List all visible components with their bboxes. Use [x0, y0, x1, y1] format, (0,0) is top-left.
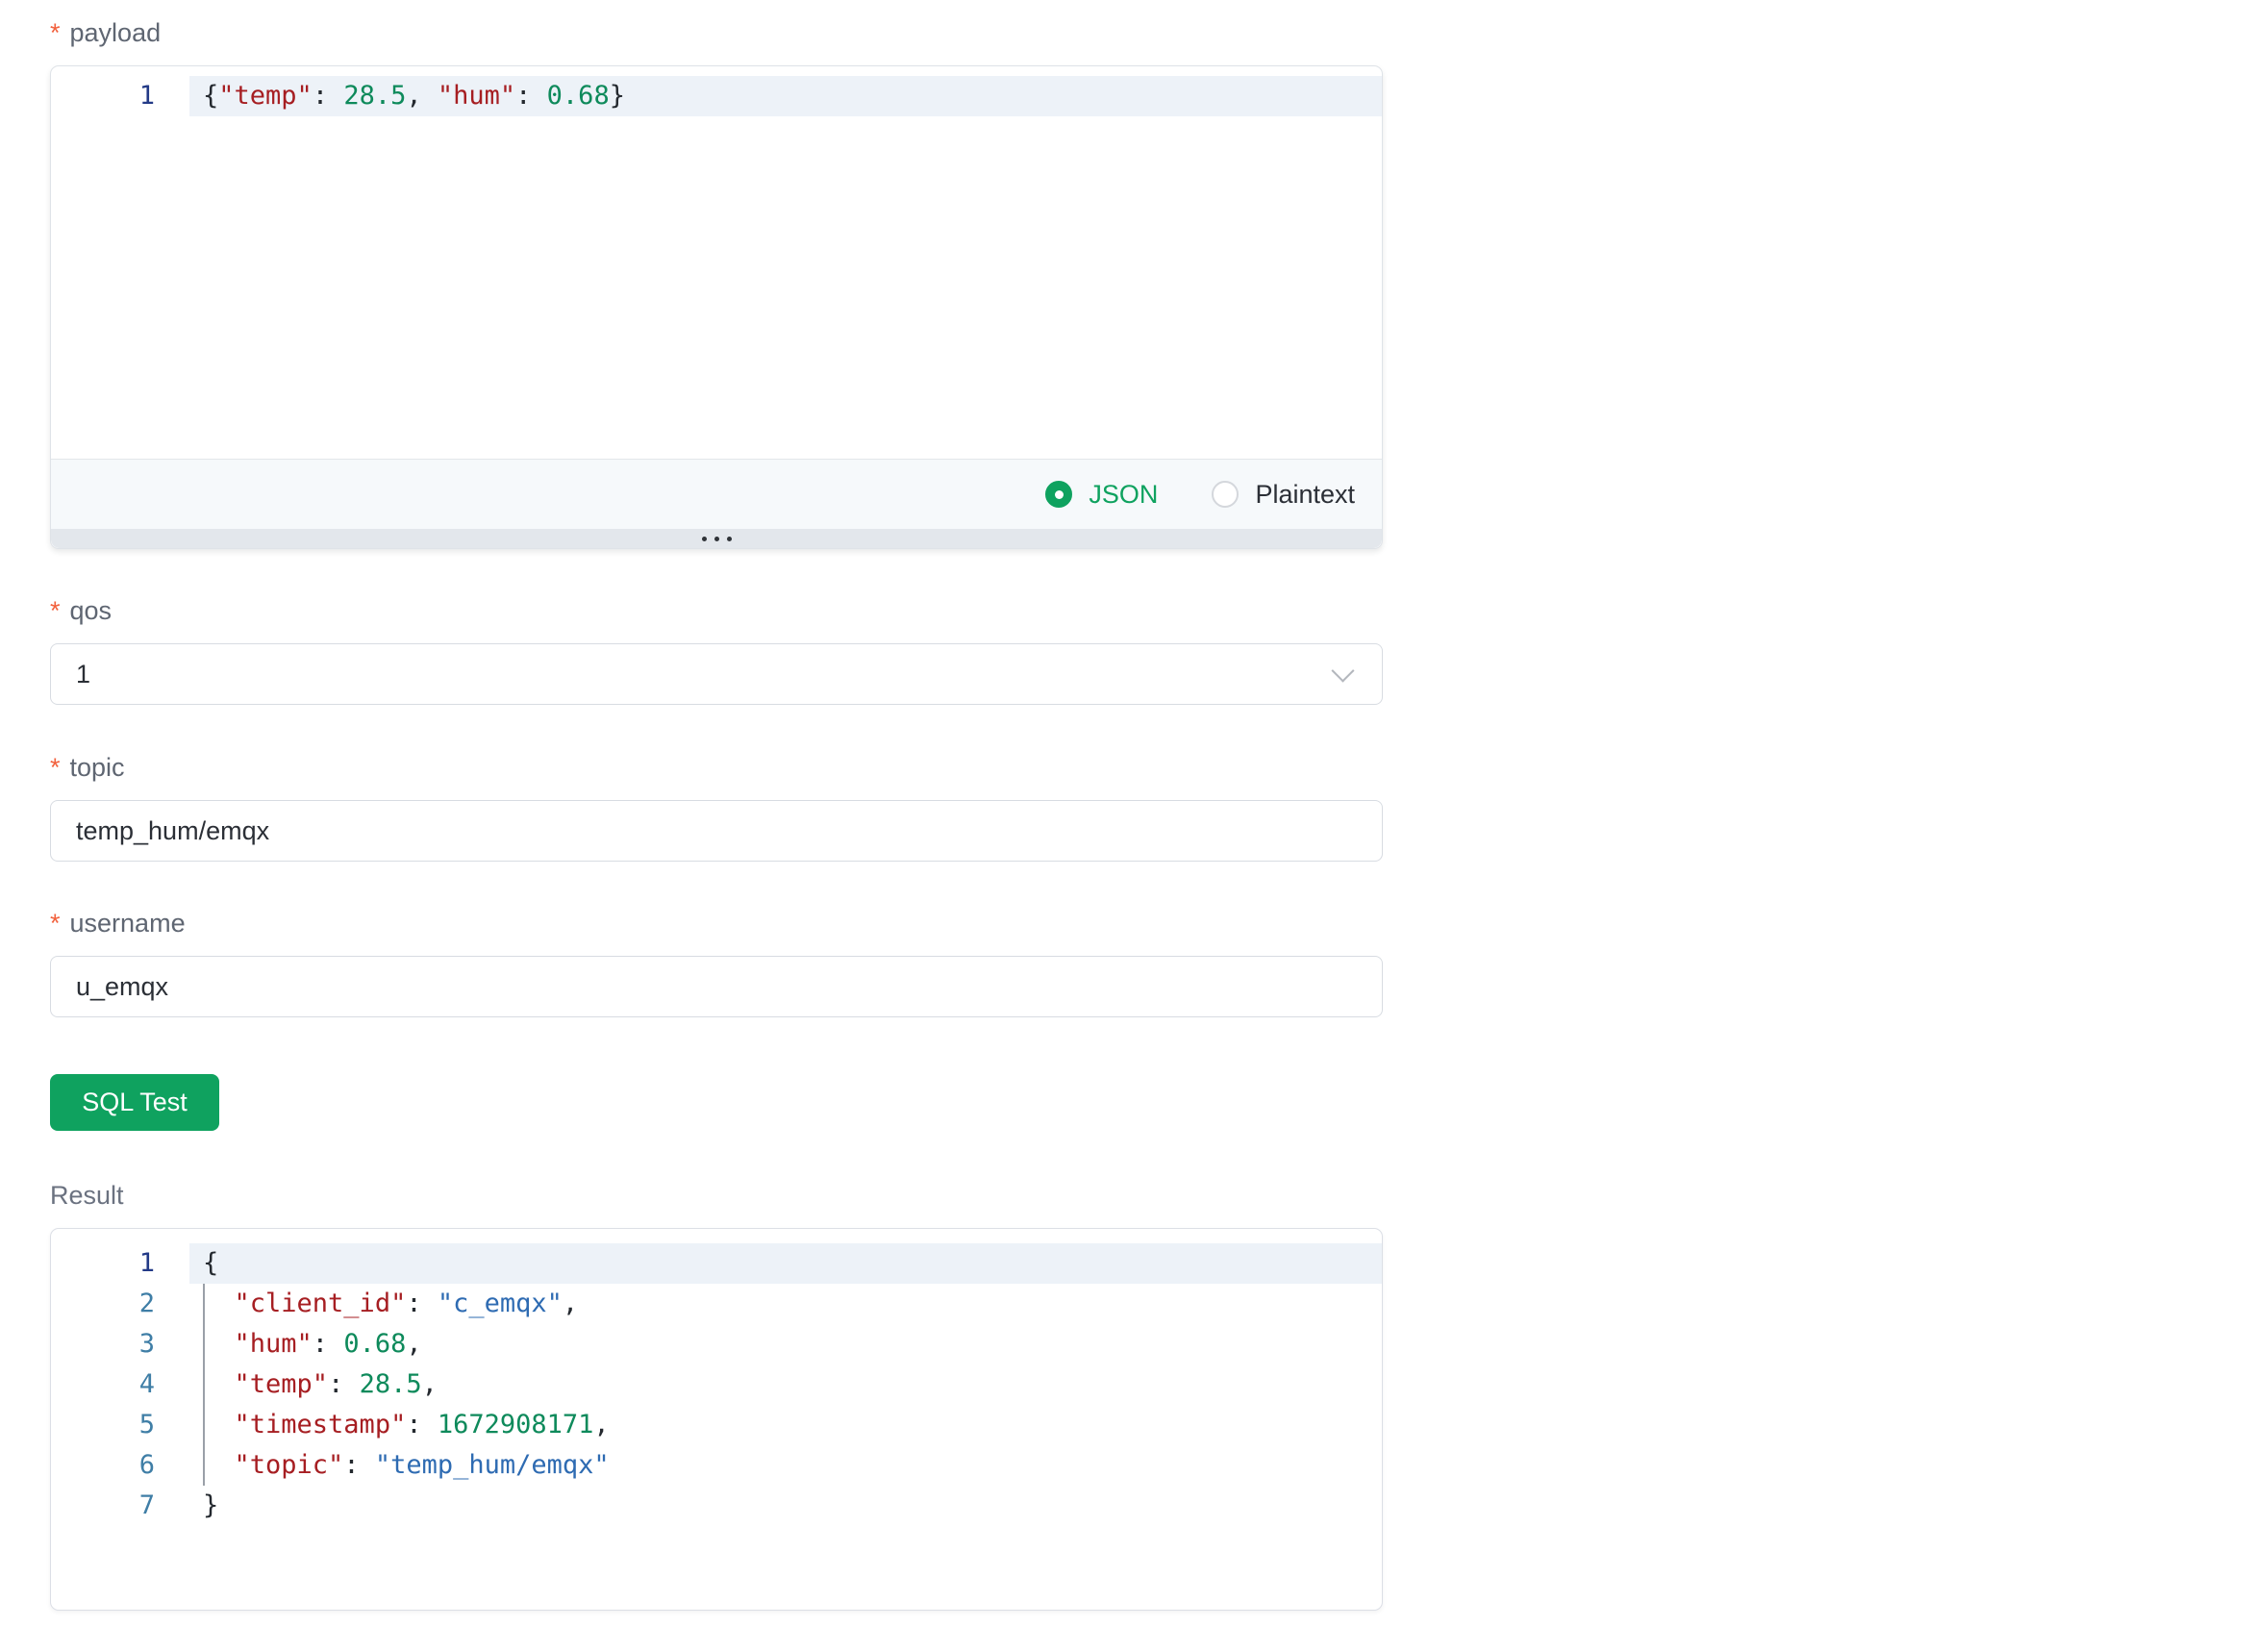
editor-resize-handle[interactable] [51, 529, 1382, 548]
radio-plaintext-label: Plaintext [1255, 480, 1355, 510]
topic-label-text: topic [70, 752, 125, 784]
code-line: 5 "timestamp": 1672908171, [51, 1405, 1382, 1445]
code-line-content: "hum": 0.68, [189, 1324, 1382, 1364]
radio-option-json[interactable]: JSON [1045, 480, 1158, 510]
payload-editor: 1 {"temp": 28.5, "hum": 0.68} JSON Plaint… [50, 65, 1383, 549]
code-line-content: { [189, 1243, 1382, 1284]
line-number: 3 [51, 1324, 155, 1364]
payload-label: * payload [50, 17, 1383, 49]
code-line-content: "temp": 28.5, [189, 1364, 1382, 1405]
required-asterisk: * [50, 17, 61, 49]
code-line: 7} [51, 1486, 1382, 1526]
qos-label-text: qos [70, 595, 113, 627]
qos-selected-value: 1 [76, 660, 90, 689]
result-viewer[interactable]: 1{2 "client_id": "c_emqx",3 "hum": 0.68,… [50, 1228, 1383, 1611]
resize-dots-icon [727, 537, 732, 541]
payload-code-area[interactable]: 1 {"temp": 28.5, "hum": 0.68} [51, 66, 1382, 459]
username-input[interactable] [50, 956, 1383, 1017]
radio-json-icon [1045, 481, 1072, 508]
qos-label: * qos [50, 595, 1383, 627]
line-number: 4 [51, 1364, 155, 1405]
line-number: 5 [51, 1405, 155, 1445]
chevron-down-icon [1331, 660, 1354, 683]
code-line: 1 {"temp": 28.5, "hum": 0.68} [51, 76, 1382, 116]
code-line-content: } [189, 1486, 1382, 1526]
required-asterisk: * [50, 595, 61, 627]
payload-format-bar: JSON Plaintext [51, 459, 1382, 529]
radio-plaintext-icon [1212, 481, 1239, 508]
code-line-content: "topic": "temp_hum/emqx" [189, 1445, 1382, 1486]
sql-test-button[interactable]: SQL Test [50, 1074, 219, 1131]
line-number: 7 [51, 1486, 155, 1526]
code-line-content: {"temp": 28.5, "hum": 0.68} [189, 76, 1382, 116]
code-line: 2 "client_id": "c_emqx", [51, 1284, 1382, 1324]
topic-input[interactable] [50, 800, 1383, 862]
payload-label-text: payload [70, 17, 162, 49]
resize-dots-icon [714, 537, 719, 541]
code-line: 3 "hum": 0.68, [51, 1324, 1382, 1364]
topic-label: * topic [50, 752, 1383, 784]
code-line-content: "timestamp": 1672908171, [189, 1405, 1382, 1445]
radio-json-label: JSON [1089, 480, 1158, 510]
required-asterisk: * [50, 908, 61, 939]
result-label: Result [50, 1180, 1383, 1212]
username-label-text: username [70, 908, 186, 939]
radio-option-plaintext[interactable]: Plaintext [1212, 480, 1355, 510]
line-number: 6 [51, 1445, 155, 1486]
code-line: 1{ [51, 1243, 1382, 1284]
line-number: 1 [51, 76, 155, 116]
result-label-text: Result [50, 1180, 124, 1212]
code-line: 6 "topic": "temp_hum/emqx" [51, 1445, 1382, 1486]
code-line-content: "client_id": "c_emqx", [189, 1284, 1382, 1324]
required-asterisk: * [50, 752, 61, 784]
code-line: 4 "temp": 28.5, [51, 1364, 1382, 1405]
username-label: * username [50, 908, 1383, 939]
line-number: 1 [51, 1243, 155, 1284]
line-number: 2 [51, 1284, 155, 1324]
resize-dots-icon [702, 537, 707, 541]
qos-select[interactable]: 1 [50, 643, 1383, 705]
sql-test-form: * payload 1 {"temp": 28.5, "hum": 0.68} J… [50, 0, 1383, 1611]
